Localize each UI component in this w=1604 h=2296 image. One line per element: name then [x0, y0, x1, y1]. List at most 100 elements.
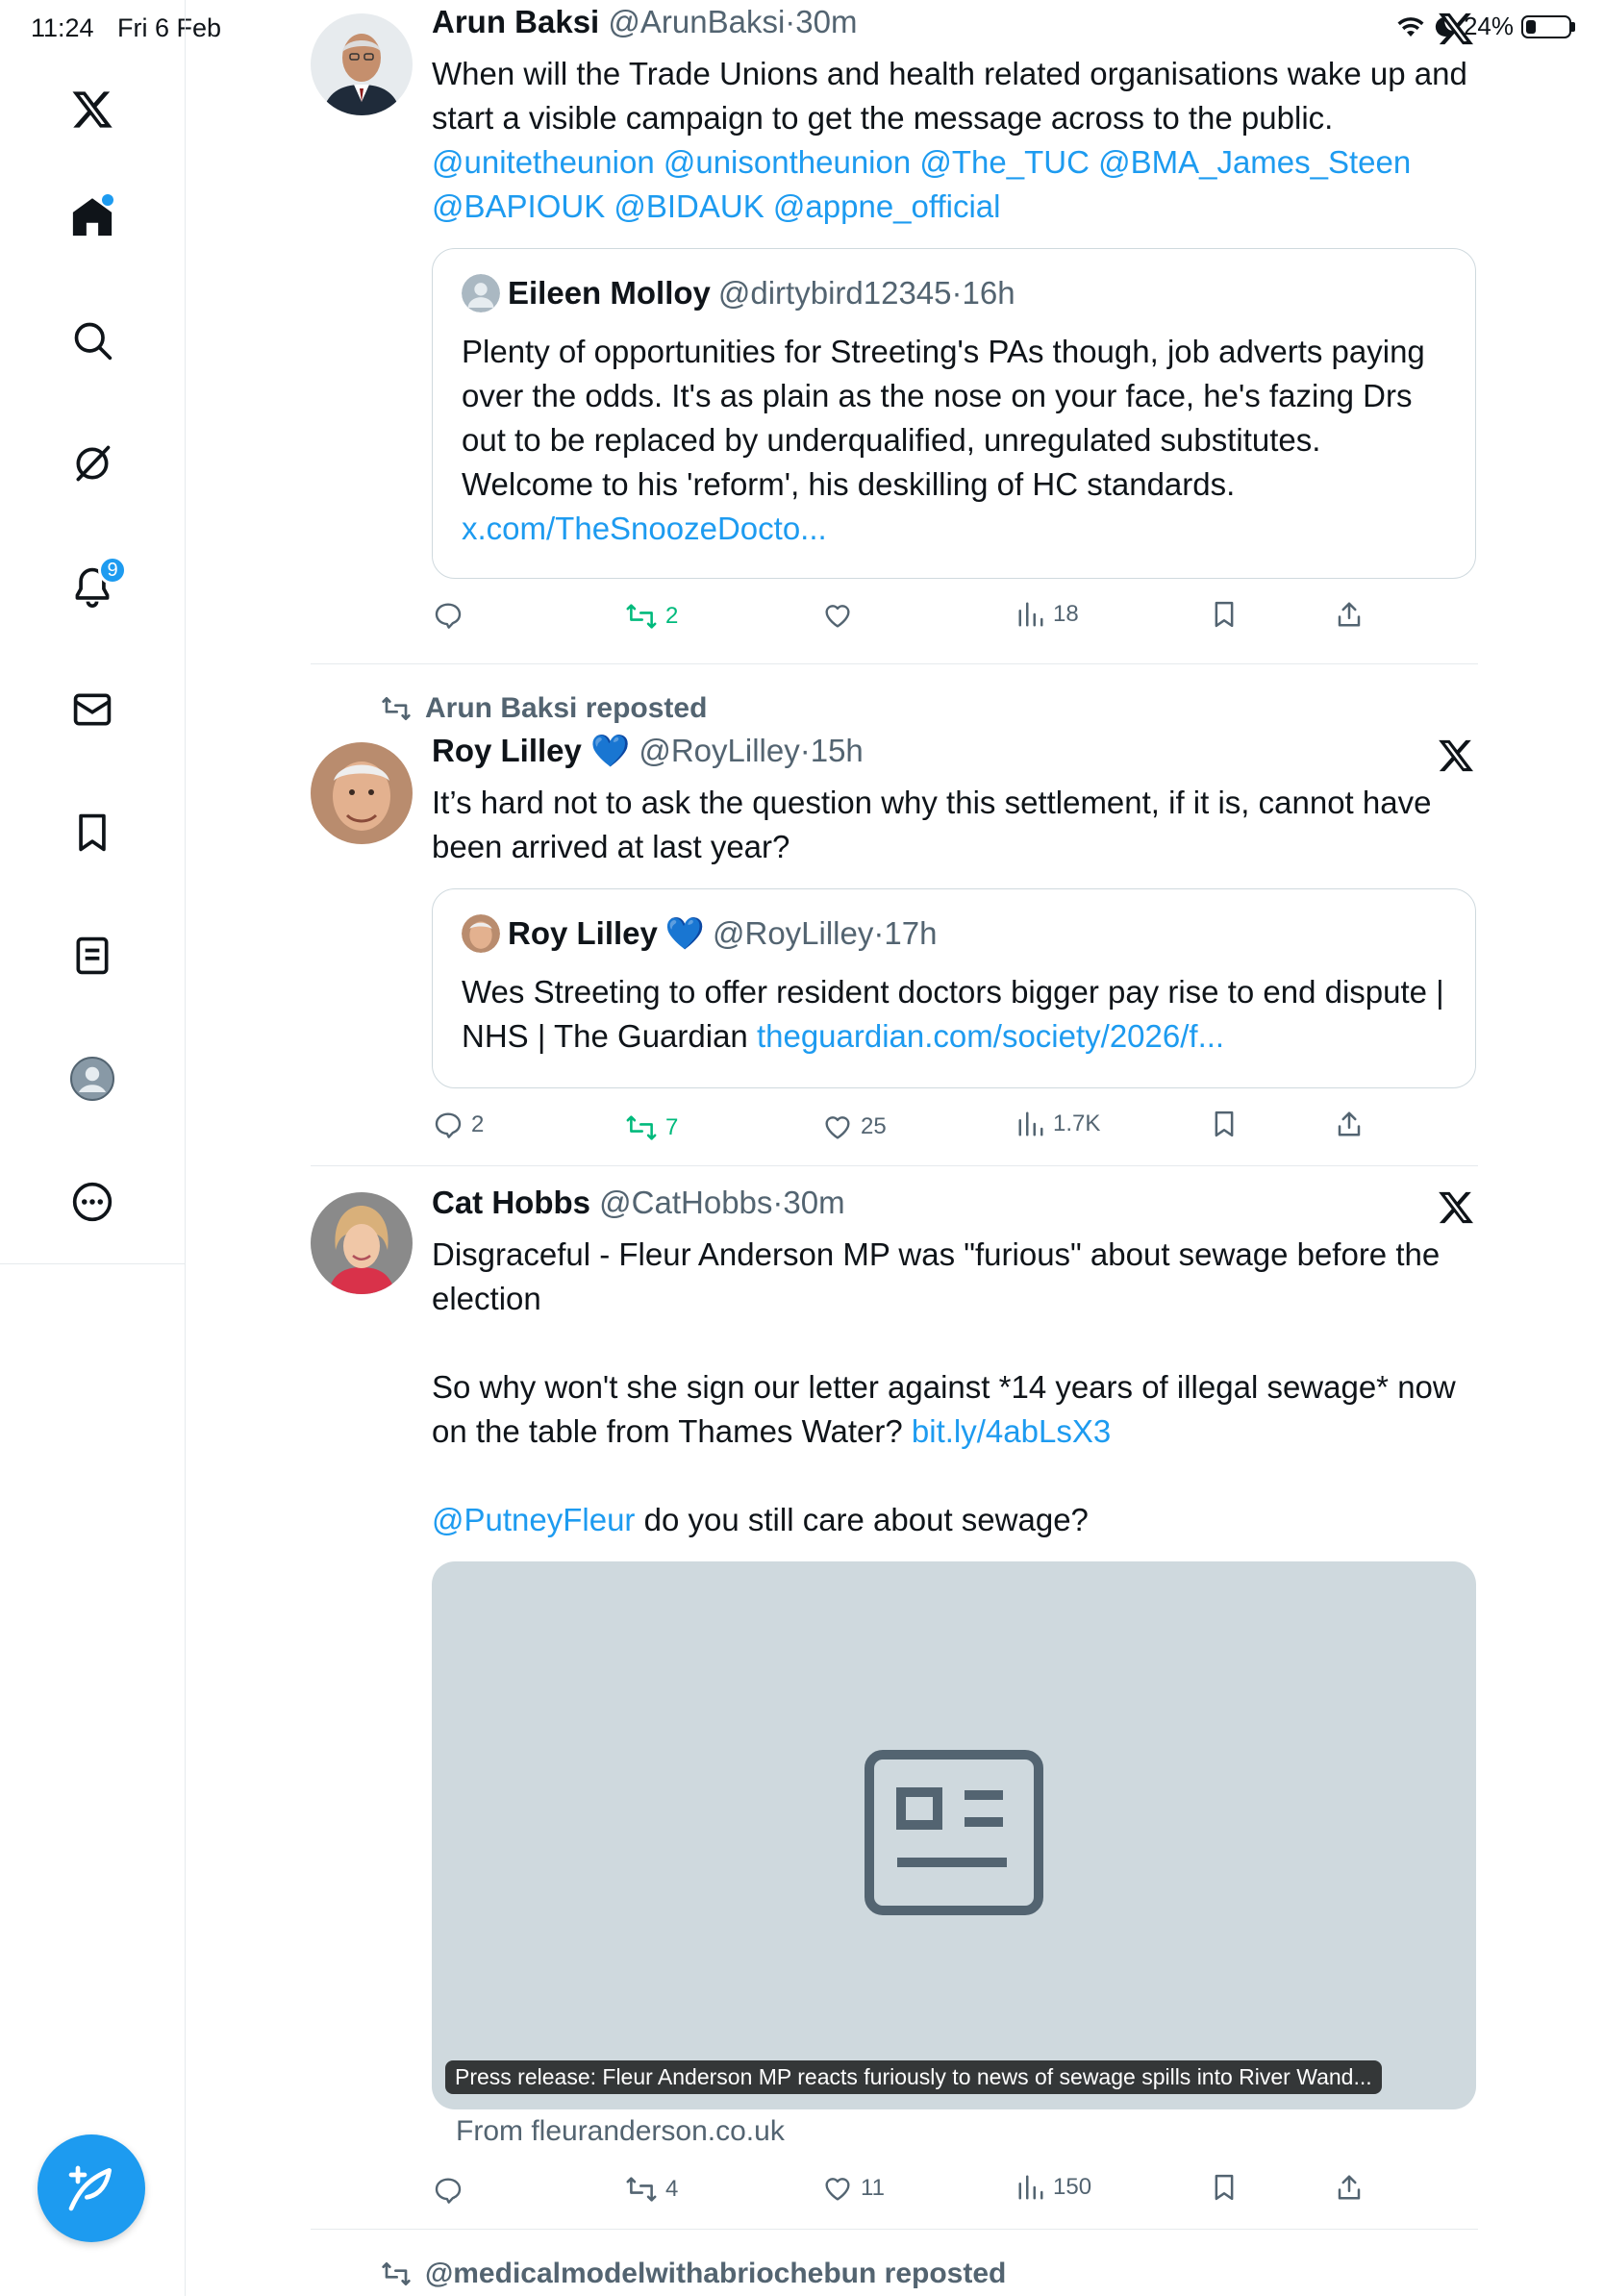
reposted-by-label[interactable]: Arun Baksi reposted — [425, 692, 707, 725]
tweet-text: It’s hard not to ask the question why th… — [432, 781, 1480, 869]
link-card[interactable]: Press release: Fleur Anderson MP reacts … — [432, 1561, 1476, 2109]
repost-count: 4 — [665, 2176, 679, 2202]
wifi-icon — [1396, 15, 1425, 38]
profile-avatar-icon[interactable] — [67, 1054, 117, 1104]
tweet-link[interactable]: bit.ly/4abLsX3 — [912, 1413, 1111, 1449]
quote-body: Plenty of opportunities for Streeting's … — [462, 334, 1425, 502]
repost-context-next: @medicalmodelwithabriochebun reposted — [381, 2258, 1006, 2290]
tweet-text: When will the Trade Unions and health re… — [432, 52, 1480, 229]
views-count: 18 — [1053, 601, 1079, 627]
author-handle[interactable]: @ArunBaksi — [608, 4, 785, 39]
grok-icon[interactable] — [67, 438, 117, 488]
share-button[interactable] — [1335, 600, 1364, 629]
share-icon — [1338, 2175, 1361, 2200]
quote-tweet[interactable]: Eileen Molloy @dirtybird12345·16h Plenty… — [432, 248, 1476, 579]
quote-header: Eileen Molloy @dirtybird12345·16h — [462, 274, 1015, 312]
reply-count: 2 — [471, 1111, 485, 1137]
more-icon[interactable] — [67, 1177, 117, 1227]
reply-button[interactable]: 2 — [433, 1110, 484, 1140]
like-button[interactable]: 11 — [822, 2173, 885, 2204]
quote-link[interactable]: theguardian.com/society/2026/f... — [757, 1018, 1224, 1054]
search-icon[interactable] — [67, 315, 117, 365]
tweet-time[interactable]: 30m — [783, 1185, 844, 1220]
like-button[interactable]: 25 — [822, 1111, 887, 1142]
views-button[interactable]: 1.7K — [1016, 1110, 1100, 1138]
bookmark-button[interactable] — [1210, 1110, 1239, 1138]
tweet-time[interactable]: 30m — [795, 4, 857, 39]
quote-author-handle: @dirtybird12345 — [717, 275, 952, 311]
author-name[interactable]: Roy Lilley — [432, 733, 582, 768]
repost-context: Arun Baksi reposted — [381, 692, 707, 725]
author-handle[interactable]: @RoyLilley — [639, 733, 799, 768]
link-card-caption: Press release: Fleur Anderson MP reacts … — [445, 2060, 1382, 2094]
bookmark-icon — [1215, 1111, 1234, 1137]
repost-icon — [626, 1115, 657, 1140]
x-logo-icon — [1437, 10, 1475, 48]
separator-dot: · — [873, 915, 885, 951]
tweet-mention[interactable]: @PutneyFleur — [432, 1502, 635, 1537]
x-logo-icon[interactable] — [67, 85, 117, 135]
views-button[interactable]: 150 — [1016, 2173, 1091, 2202]
share-button[interactable] — [1335, 2173, 1364, 2202]
author-handle[interactable]: @CatHobbs — [599, 1185, 772, 1220]
separator-dot: · — [951, 275, 963, 311]
avatar-roy-lilley[interactable] — [311, 742, 413, 844]
tweet-text: Disgraceful - Fleur Anderson MP was "fur… — [432, 1233, 1480, 1542]
quote-tweet[interactable]: Roy Lilley 💙 @RoyLilley·17h Wes Streetin… — [432, 888, 1476, 1088]
share-icon — [1338, 602, 1361, 627]
link-card-source[interactable]: From fleuranderson.co.uk — [456, 2115, 785, 2148]
bookmarks-icon[interactable] — [67, 808, 117, 858]
avatar-arun-baksi[interactable] — [311, 13, 413, 115]
status-indicators: 24% — [1396, 12, 1575, 41]
repost-icon — [382, 697, 411, 720]
repost-count: 7 — [665, 1114, 679, 1140]
home-unread-dot — [102, 194, 113, 206]
tweet-time[interactable]: 15h — [811, 733, 864, 768]
repost-button[interactable]: 4 — [625, 2173, 678, 2206]
reply-button[interactable] — [433, 600, 471, 631]
bookmark-button[interactable] — [1210, 600, 1239, 629]
like-count: 25 — [861, 1113, 887, 1139]
tweet-mentions[interactable]: @unitetheunion @unisontheunion @The_TUC … — [432, 140, 1480, 229]
separator-dot: · — [772, 1185, 784, 1220]
reply-icon — [435, 1112, 462, 1138]
messages-icon[interactable] — [67, 685, 117, 735]
bookmark-button[interactable] — [1210, 2173, 1239, 2202]
repost-icon — [626, 604, 657, 629]
views-count: 1.7K — [1053, 1111, 1101, 1136]
compose-button[interactable] — [38, 2134, 145, 2242]
quote-author-name: Eileen Molloy — [508, 275, 711, 311]
tweet-header: Cat Hobbs @CatHobbs·30m — [432, 1185, 845, 1221]
reposted-by-label[interactable]: @medicalmodelwithabriochebun reposted — [425, 2258, 1006, 2290]
author-name[interactable]: Cat Hobbs — [432, 1185, 590, 1220]
share-button[interactable] — [1335, 1110, 1364, 1138]
repost-button[interactable]: 2 — [625, 600, 678, 633]
sidebar-divider — [0, 1263, 185, 1264]
separator-dot: · — [785, 4, 796, 39]
views-button[interactable]: 18 — [1016, 600, 1079, 629]
notifications-badge: 9 — [98, 556, 127, 585]
bookmark-icon — [1215, 601, 1234, 628]
repost-count: 2 — [665, 603, 679, 629]
views-icon — [1018, 602, 1043, 627]
repost-button[interactable]: 7 — [625, 1111, 678, 1144]
home-icon[interactable] — [67, 192, 117, 242]
quote-text: Wes Streeting to offer resident doctors … — [462, 970, 1452, 1059]
repost-icon — [382, 2262, 411, 2285]
tweet-header: Arun Baksi @ArunBaksi·30m — [432, 4, 858, 40]
author-name[interactable]: Arun Baksi — [432, 4, 599, 39]
like-count: 11 — [861, 2175, 885, 2201]
avatar-cat-hobbs[interactable] — [311, 1192, 413, 1294]
lists-icon[interactable] — [67, 931, 117, 981]
views-icon — [1018, 1111, 1043, 1136]
tweet-body: When will the Trade Unions and health re… — [432, 56, 1467, 136]
heart-icon — [825, 2178, 850, 2201]
quote-author-handle: @RoyLilley — [712, 915, 874, 951]
tweet-divider — [311, 663, 1478, 664]
quote-avatar-roy-lilley — [462, 914, 500, 953]
quote-link[interactable]: x.com/TheSnoozeDocto... — [462, 507, 1452, 551]
reply-button[interactable] — [433, 2175, 471, 2206]
notifications-icon[interactable]: 9 — [67, 556, 127, 611]
reply-icon — [435, 2178, 462, 2204]
like-button[interactable] — [822, 600, 861, 631]
